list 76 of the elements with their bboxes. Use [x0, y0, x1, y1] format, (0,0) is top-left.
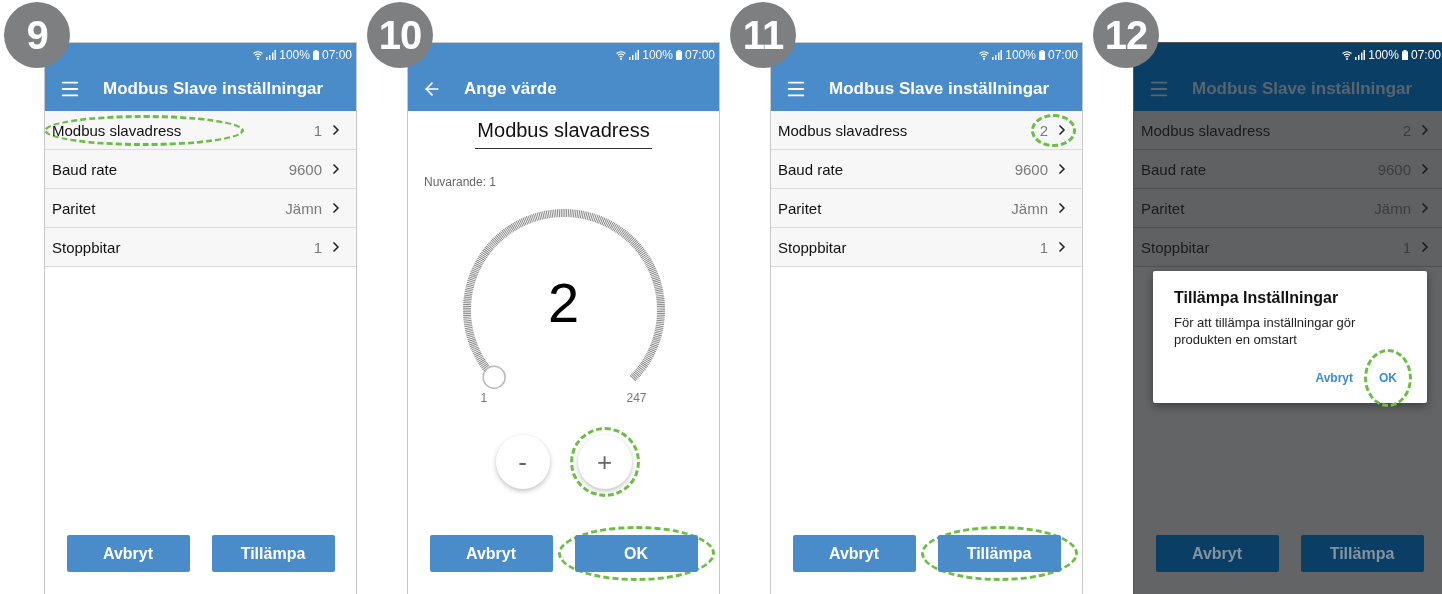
row-label: Baud rate — [778, 160, 844, 178]
dialog-message: För att tillämpa inställningar gör produkten en omstart — [1174, 315, 1357, 349]
action-button[interactable]: Tillämpa — [937, 535, 1061, 572]
settings-row[interactable]: Baud rate 9600 — [45, 150, 356, 189]
range-max-label: 247 — [626, 391, 647, 405]
row-value: Jämn — [285, 199, 322, 217]
row-value: 9600 — [1014, 160, 1048, 178]
clock-time: 07:00 — [1047, 48, 1078, 62]
battery-icon — [675, 50, 682, 60]
settings-row[interactable]: Baud rate 9600 — [771, 150, 1082, 189]
row-label: Baud rate — [52, 160, 118, 178]
row-value: 9600 — [288, 160, 322, 178]
settings-row[interactable]: Stoppbitar 1 — [45, 228, 356, 267]
battery-icon — [1401, 50, 1408, 60]
row-label: Stoppbitar — [1141, 238, 1210, 256]
action-button[interactable]: Avbryt — [429, 535, 553, 572]
app-bar-title: Modbus Slave inställningar — [829, 79, 1050, 99]
stepper-button[interactable]: - — [495, 435, 550, 489]
row-value: 1 — [313, 238, 322, 256]
battery-percent: 100% — [642, 48, 673, 62]
row-label: Paritet — [778, 199, 822, 217]
clock-time: 07:00 — [1410, 48, 1441, 62]
row-label: Stoppbitar — [778, 238, 847, 256]
settings-row[interactable]: Modbus slavadress 2 — [771, 111, 1082, 150]
wifi-icon — [253, 50, 264, 60]
wifi-icon — [616, 50, 627, 60]
wifi-icon — [1342, 50, 1353, 60]
row-label: Modbus slavadress — [52, 121, 182, 139]
action-button[interactable]: OK — [574, 535, 698, 572]
settings-row[interactable]: Paritet Jämn — [771, 189, 1082, 228]
row-value: 2 — [1039, 121, 1048, 139]
battery-percent: 100% — [1005, 48, 1036, 62]
battery-percent: 100% — [1368, 48, 1399, 62]
signal-icon — [629, 50, 640, 60]
battery-icon — [1038, 50, 1045, 60]
current-value-text: Nuvarande: 1 — [424, 175, 498, 189]
row-label: Stoppbitar — [52, 238, 121, 256]
app-bar-title: Ange värde — [464, 79, 557, 99]
dialog-button[interactable]: OK — [1379, 368, 1397, 387]
action-button[interactable]: Avbryt — [66, 535, 190, 572]
step-number-badge: 9 — [4, 2, 70, 68]
step-number-badge: 10 — [367, 2, 433, 68]
dialog-title: Tillämpa Inställningar — [1174, 289, 1340, 307]
signal-icon — [266, 50, 277, 60]
app-bar-title: Modbus Slave inställningar — [103, 79, 324, 99]
row-label: Paritet — [1141, 199, 1185, 217]
clock-time: 07:00 — [321, 48, 352, 62]
action-button[interactable]: Avbryt — [792, 535, 916, 572]
range-min-label: 1 — [480, 391, 488, 405]
row-label: Paritet — [52, 199, 96, 217]
action-button[interactable]: Avbryt — [1155, 535, 1279, 572]
settings-row[interactable]: Modbus slavadress 1 — [45, 111, 356, 150]
row-label: Modbus slavadress — [1141, 121, 1271, 139]
signal-icon — [992, 50, 1003, 60]
row-label: Modbus slavadress — [778, 121, 908, 139]
stepper-button[interactable]: + — [577, 435, 632, 489]
row-label: Baud rate — [1141, 160, 1207, 178]
signal-icon — [1355, 50, 1366, 60]
dialog-button[interactable]: Avbryt — [1315, 368, 1353, 387]
dial-value: 2 — [547, 275, 580, 331]
dial-thumb[interactable] — [481, 365, 506, 389]
wifi-icon — [979, 50, 990, 60]
clock-time: 07:00 — [684, 48, 715, 62]
row-value: 1 — [313, 121, 322, 139]
row-value: Jämn — [1011, 199, 1048, 217]
settings-row[interactable]: Paritet Jämn — [45, 189, 356, 228]
battery-percent: 100% — [279, 48, 310, 62]
app-bar-title: Modbus Slave inställningar — [1192, 79, 1413, 99]
step-number-badge: 12 — [1093, 2, 1159, 68]
action-button[interactable]: Tillämpa — [1300, 535, 1424, 572]
dial-heading: Modbus slavadress — [475, 119, 652, 149]
row-value: 1 — [1039, 238, 1048, 256]
step-number-badge: 11 — [730, 2, 796, 68]
settings-row[interactable]: Stoppbitar 1 — [771, 228, 1082, 267]
battery-icon — [312, 50, 319, 60]
action-button[interactable]: Tillämpa — [211, 535, 335, 572]
